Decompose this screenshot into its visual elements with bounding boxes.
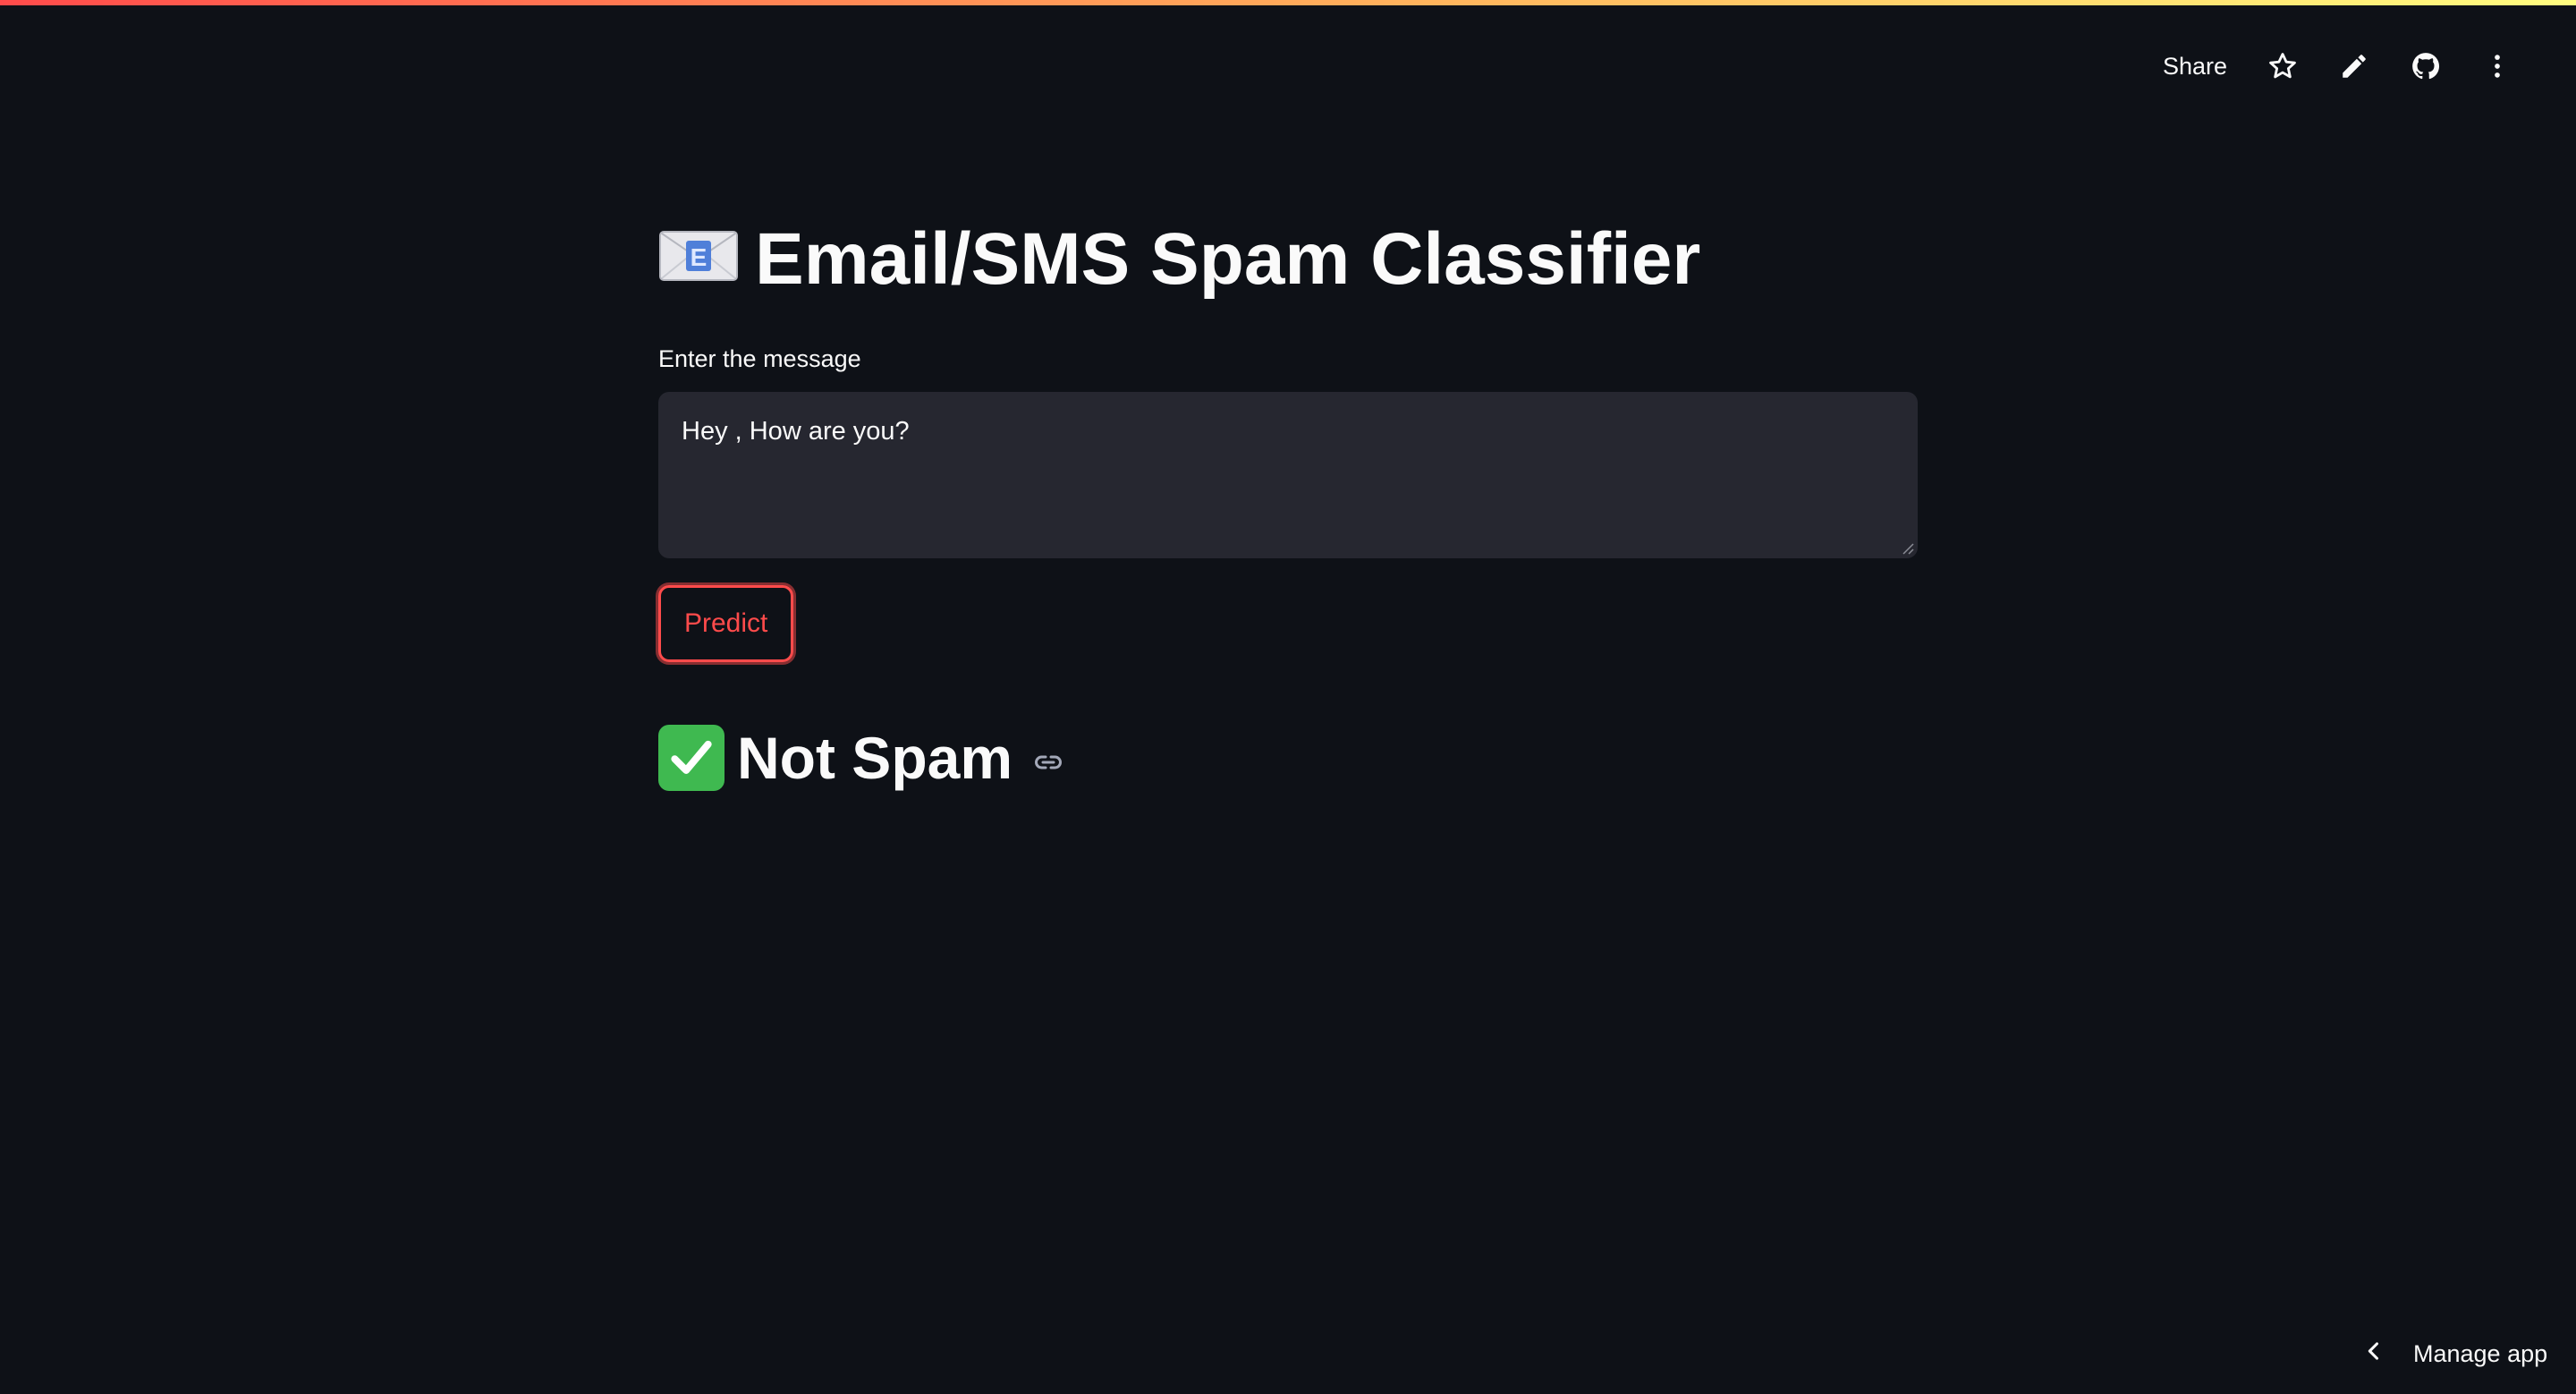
chevron-left-icon [2361, 1339, 2386, 1370]
prediction-result: Not Spam [658, 718, 1918, 798]
star-icon[interactable] [2267, 50, 2299, 82]
manage-app-label: Manage app [2413, 1339, 2548, 1367]
app-toolbar: Share [2163, 45, 2513, 88]
github-icon[interactable] [2410, 50, 2442, 82]
svg-text:E: E [691, 243, 708, 271]
link-icon[interactable] [1025, 724, 1064, 792]
title-text: Email/SMS Spam Classifier [755, 218, 1701, 300]
check-mark-icon [658, 725, 724, 791]
message-input-container: Hey , How are you? [658, 392, 1918, 558]
share-button[interactable]: Share [2163, 53, 2227, 81]
header-decoration-bar [0, 0, 2576, 5]
more-vertical-icon[interactable] [2481, 50, 2513, 82]
manage-app-button[interactable]: Manage app [2334, 1313, 2576, 1394]
envelope-e-icon: E [658, 217, 739, 302]
message-input-label: Enter the message [658, 345, 861, 372]
message-input[interactable]: Hey , How are you? [658, 392, 1918, 558]
predict-button[interactable]: Predict [658, 585, 794, 662]
pencil-icon[interactable] [2338, 50, 2370, 82]
result-text: Not Spam [737, 725, 1013, 791]
page-title: E Email/SMS Spam Classifier [658, 206, 1918, 313]
main-content: E Email/SMS Spam Classifier Enter the me… [658, 206, 1918, 798]
